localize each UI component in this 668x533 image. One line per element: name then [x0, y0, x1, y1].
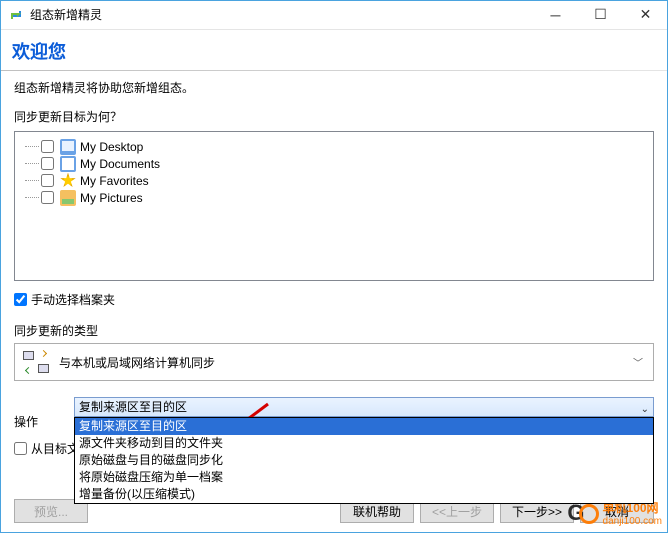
network-sync-icon [23, 351, 49, 373]
manual-select-checkbox[interactable] [14, 293, 27, 306]
tree-item-label: My Documents [80, 157, 160, 171]
close-button[interactable]: ✕ [623, 0, 668, 29]
welcome-heading: 欢迎您 [12, 38, 656, 64]
operation-label: 操作 [14, 413, 74, 430]
combo-option[interactable]: 原始磁盘与目的磁盘同步化 [75, 452, 653, 469]
operation-row: 操作 复制来源区至目的区 ⌄ 复制来源区至目的区 源文件夹移动到目的文件夹 原始… [14, 397, 654, 430]
intro-text: 组态新增精灵将协助您新增组态。 [14, 79, 654, 96]
titlebar: 组态新增精灵 ─ ☐ ✕ [0, 0, 668, 30]
sync-target-label: 同步更新目标为何？ [14, 108, 654, 125]
combo-option[interactable]: 源文件夹移动到目的文件夹 [75, 435, 653, 452]
chevron-down-icon: ﹀ [633, 355, 643, 370]
tree-checkbox[interactable] [41, 140, 54, 153]
sync-type-text: 与本机或局域网络计算机同步 [59, 354, 215, 371]
tree-item-favorites[interactable]: My Favorites [43, 172, 649, 189]
manual-select-label: 手动选择档案夹 [31, 291, 115, 308]
tree-checkbox[interactable] [41, 157, 54, 170]
folder-tree[interactable]: My Desktop My Documents My Favorites My … [14, 131, 654, 281]
tree-item-label: My Desktop [80, 140, 143, 154]
delete-target-checkbox[interactable] [14, 442, 27, 455]
tree-item-pictures[interactable]: My Pictures [43, 189, 649, 206]
window-title: 组态新增精灵 [30, 6, 533, 23]
tree-item-desktop[interactable]: My Desktop [43, 138, 649, 155]
chevron-down-icon: ⌄ [641, 401, 649, 418]
manual-select-row[interactable]: 手动选择档案夹 [14, 291, 654, 308]
window-controls: ─ ☐ ✕ [533, 0, 668, 29]
combo-selected-text: 复制来源区至目的区 [79, 400, 187, 414]
sync-type-label: 同步更新的类型 [14, 322, 654, 339]
combo-option[interactable]: 增量备份(以压缩模式) [75, 486, 653, 503]
operation-combobox[interactable]: 复制来源区至目的区 ⌄ 复制来源区至目的区 源文件夹移动到目的文件夹 原始磁盘与… [74, 397, 654, 417]
tree-item-label: My Favorites [80, 174, 149, 188]
app-icon [8, 7, 24, 23]
combo-display[interactable]: 复制来源区至目的区 ⌄ [74, 397, 654, 417]
tree-item-label: My Pictures [80, 191, 143, 205]
combo-option[interactable]: 复制来源区至目的区 [75, 418, 653, 435]
combo-option[interactable]: 将原始磁盘压缩为单一档案 [75, 469, 653, 486]
sync-type-dropdown[interactable]: 与本机或局域网络计算机同步 ﹀ [14, 343, 654, 381]
documents-icon [60, 156, 76, 172]
header: 欢迎您 [0, 30, 668, 70]
delete-target-label: 从目标文 [31, 440, 79, 457]
favorites-icon [60, 173, 76, 189]
minimize-button[interactable]: ─ [533, 0, 578, 29]
maximize-button[interactable]: ☐ [578, 0, 623, 29]
tree-checkbox[interactable] [41, 191, 54, 204]
tree-item-documents[interactable]: My Documents [43, 155, 649, 172]
desktop-icon [60, 139, 76, 155]
tree-checkbox[interactable] [41, 174, 54, 187]
content: 组态新增精灵将协助您新增组态。 同步更新目标为何？ My Desktop My … [0, 71, 668, 457]
combo-list: 复制来源区至目的区 源文件夹移动到目的文件夹 原始磁盘与目的磁盘同步化 将原始磁… [74, 417, 654, 504]
pictures-icon [60, 190, 76, 206]
